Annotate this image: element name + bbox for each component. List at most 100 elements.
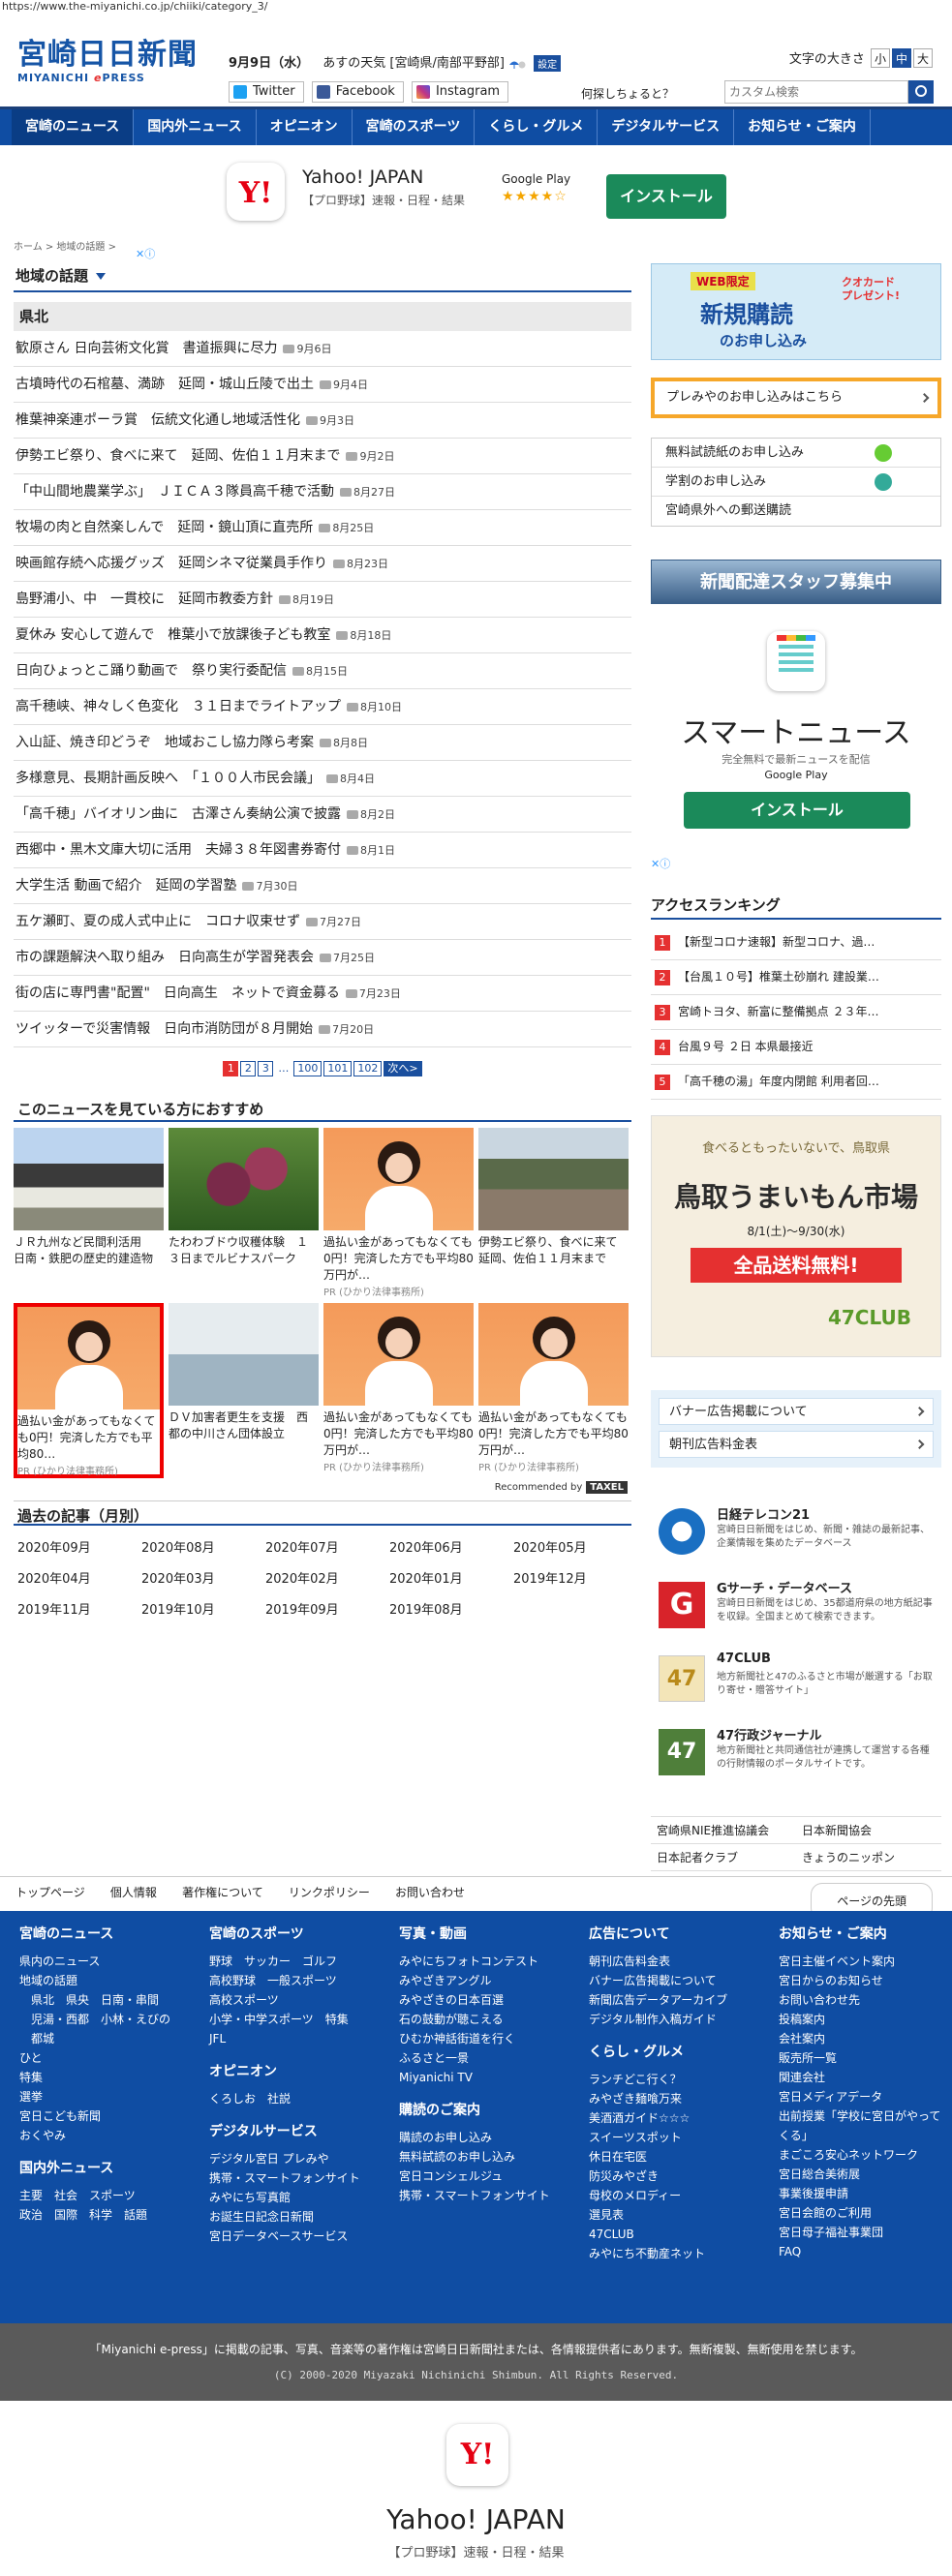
- web-subscription-banner[interactable]: WEB限定 新規購読 のお申し込み クオカード プレゼント!: [651, 263, 941, 360]
- page-100[interactable]: 100: [293, 1061, 322, 1076]
- student-discount-link[interactable]: 学割のお申し込み: [652, 468, 940, 497]
- month-link[interactable]: 2020年05月: [513, 1537, 637, 1568]
- search-icon[interactable]: [908, 80, 934, 104]
- recommend-caption[interactable]: たわわブドウ収穫体験 １３日までルビナスパーク: [169, 1234, 319, 1267]
- recommend-caption[interactable]: 過払い金があってもなくても0円！完済した方でも平均80万円が…: [478, 1409, 629, 1459]
- month-link[interactable]: 2020年08月: [141, 1537, 265, 1568]
- recommend-card[interactable]: たわわブドウ収穫体験 １３日までルビナスパーク: [169, 1128, 319, 1303]
- site-logo[interactable]: 宮崎日日新聞 MIYANICHI ePRESS: [17, 39, 201, 85]
- month-link[interactable]: 2019年10月: [141, 1599, 265, 1630]
- article-item[interactable]: 夏休み 安心して遊んで 椎葉小で放課後子ども教室 8月18日: [14, 618, 631, 653]
- smartnews-ad[interactable]: スマートニュース 完全無料で最新ニュースを配信 Google Play インスト…: [651, 631, 941, 844]
- article-item[interactable]: 市の課題解決へ取り組み 日向高生が学習発表会 7月25日: [14, 940, 631, 976]
- footer-link[interactable]: 宮日主催イベント案内: [779, 1952, 943, 1971]
- footer-link[interactable]: FAQ: [779, 2242, 943, 2261]
- footer-link[interactable]: 投稿案内: [779, 2010, 943, 2029]
- month-link[interactable]: 2019年09月: [265, 1599, 389, 1630]
- footer-link[interactable]: 政治 国際 科学 話題: [19, 2205, 203, 2225]
- article-title[interactable]: ツイッターで災害情報 日向市消防団が８月開始: [15, 1021, 313, 1037]
- footer-link[interactable]: 携帯・スマートフォンサイト: [399, 2186, 583, 2205]
- footer-link[interactable]: 石の鼓動が聴こえる: [399, 2010, 583, 2029]
- press-club-link[interactable]: 日本記者クラブ: [651, 1844, 796, 1871]
- article-item[interactable]: 椎葉神楽連ポーラ賞 伝統文化通し地域活性化 9月3日: [14, 403, 631, 439]
- month-link[interactable]: 2020年02月: [265, 1568, 389, 1599]
- article-item[interactable]: 街の店に専門書"配置" 日向高生 ネットで資金募る 7月23日: [14, 976, 631, 1012]
- taxel-logo[interactable]: TAXEL: [586, 1481, 628, 1494]
- month-link[interactable]: 2020年07月: [265, 1537, 389, 1568]
- footer-link[interactable]: ひと: [19, 2048, 203, 2068]
- month-link[interactable]: 2019年08月: [389, 1599, 513, 1630]
- search-input[interactable]: [724, 80, 908, 104]
- promo-nikkei-telecom[interactable]: 日経テレコン21 宮崎日日新聞をはじめ、新聞・雑誌の最新記事、企業情報を集めたデ…: [651, 1502, 941, 1568]
- footer-link-policy-link[interactable]: リンクポリシー: [289, 1877, 370, 1908]
- nav-opinion[interactable]: オピニオン: [257, 109, 353, 145]
- footer-link[interactable]: みやにち不動産ネット: [589, 2244, 773, 2263]
- footer-link[interactable]: 携帯・スマートフォンサイト: [209, 2168, 393, 2188]
- article-title[interactable]: 街の店に専門書"配置" 日向高生 ネットで資金募る: [15, 985, 340, 1001]
- footer-link[interactable]: お問い合わせ先: [779, 1990, 943, 2010]
- recommend-caption[interactable]: ＤＶ加害者更生を支援 西都の中川さん団体設立: [169, 1409, 319, 1442]
- nav-miyazaki-sports[interactable]: 宮崎のスポーツ: [353, 109, 476, 145]
- how-to-search-link[interactable]: 何探しちょると？: [581, 85, 674, 102]
- article-title[interactable]: 高千穂峡、神々しく色変化 ３１日までライトアップ: [15, 699, 341, 714]
- ranking-item[interactable]: 4 台風９号 ２日 本県最接近: [651, 1030, 941, 1065]
- footer-link[interactable]: Miyanichi TV: [399, 2068, 583, 2087]
- nav-notices[interactable]: お知らせ・ご案内: [734, 109, 871, 145]
- recommend-card[interactable]: 過払い金があってもなくても0円！完済した方でも平均80万円が… PR (ひかり法律…: [323, 1128, 474, 1303]
- footer-link[interactable]: 地域の話題: [19, 1971, 203, 1990]
- footer-link[interactable]: 宮日コンシェルジュ: [399, 2167, 583, 2186]
- article-item[interactable]: 映画館存続へ応援グッズ 延岡シネマ従業員手作り 8月23日: [14, 546, 631, 582]
- article-title[interactable]: 「中山間地農業学ぶ」 ＪＩＣＡ３隊員高千穂で活動: [15, 484, 334, 500]
- footer-link[interactable]: 美酒酒ガイド☆☆☆: [589, 2108, 773, 2128]
- footer-link[interactable]: 宮日会館のご利用: [779, 2203, 943, 2223]
- top-ad-banner[interactable]: Y! Yahoo! JAPAN 【プロ野球】速報・日程・結果 Google Pl…: [0, 145, 952, 261]
- ranking-title[interactable]: 「高千穂の湯」年度内閉館 利用者回…: [678, 1075, 879, 1088]
- recommend-card[interactable]: 伊勢エビ祭り、食べに来て 延岡、佐伯１１月末まで: [478, 1128, 629, 1303]
- footer-link[interactable]: まごころ安心ネットワーク: [779, 2145, 943, 2165]
- footer-link[interactable]: みやざき麺喰万来: [589, 2089, 773, 2108]
- article-item[interactable]: 伊勢エビ祭り、食べに来て 延岡、佐伯１１月末まで 9月2日: [14, 439, 631, 474]
- footer-link[interactable]: 事業後援申請: [779, 2184, 943, 2203]
- footer-heading[interactable]: くらし・グルメ: [589, 2043, 773, 2062]
- article-item[interactable]: 牧場の肉と自然楽しんで 延岡・鏡山頂に直売所 8月25日: [14, 510, 631, 546]
- footer-link[interactable]: 母校のメロディー: [589, 2186, 773, 2205]
- footer-link[interactable]: 選挙: [19, 2087, 203, 2106]
- footer-link[interactable]: 県北 県央 日南・串間: [19, 1990, 203, 2010]
- smartnews-install-button[interactable]: インストール: [684, 792, 910, 829]
- footer-heading[interactable]: 購読のご案内: [399, 2101, 583, 2120]
- footer-link[interactable]: JFL: [209, 2029, 393, 2048]
- footer-link[interactable]: みやにちフォトコンテスト: [399, 1952, 583, 1971]
- adchoices-icon[interactable]: ✕ⓘ: [651, 856, 670, 871]
- ranking-title[interactable]: 【台風１０号】椎葉土砂崩れ 建設業…: [678, 970, 879, 984]
- delivery-staff-banner[interactable]: 新聞配達スタッフ募集中: [651, 560, 941, 604]
- twitter-button[interactable]: Twitter: [229, 81, 304, 103]
- article-item[interactable]: ツイッターで災害情報 日向市消防団が８月開始 7月20日: [14, 1012, 631, 1047]
- article-item[interactable]: 多様意見、長期計画反映へ 「１００人市民会議」 8月4日: [14, 761, 631, 797]
- article-title[interactable]: 多様意見、長期計画反映へ 「１００人市民会議」: [15, 771, 321, 786]
- article-title[interactable]: 古墳時代の石棺墓、満跡 延岡・城山丘陵で出土: [15, 377, 314, 392]
- footer-link[interactable]: 新聞広告データアーカイブ: [589, 1990, 773, 2010]
- article-title[interactable]: 「高千穂」バイオリン曲に 古澤さん奏納公演で披露: [15, 806, 341, 822]
- page-1[interactable]: 1: [223, 1061, 239, 1076]
- footer-heading[interactable]: 宮崎のニュース: [19, 1924, 203, 1944]
- footer-heading[interactable]: オピニオン: [209, 2062, 393, 2081]
- footer-link[interactable]: ランチどこ行く？: [589, 2070, 773, 2089]
- footer-link[interactable]: 会社案内: [779, 2029, 943, 2048]
- ranking-item[interactable]: 1 【新型コロナ速報】新型コロナ、過…: [651, 925, 941, 960]
- ad-rate-link[interactable]: 朝刊広告料金表: [659, 1431, 934, 1458]
- footer-link[interactable]: デジタル宮日 プレみや: [209, 2149, 393, 2168]
- footer-link[interactable]: 宮日からのお知らせ: [779, 1971, 943, 1990]
- page-101[interactable]: 101: [323, 1061, 353, 1076]
- promo-47club[interactable]: 47 47CLUB 地方新聞社と47のふるさと市場が厳選する「お取り寄せ・贈答サ…: [651, 1650, 941, 1715]
- article-item[interactable]: 五ケ瀬町、夏の成人式中止に コロナ収束せず 7月27日: [14, 904, 631, 940]
- footer-link[interactable]: 高校スポーツ: [209, 1990, 393, 2010]
- footer-heading[interactable]: お知らせ・ご案内: [779, 1924, 943, 1944]
- recommend-caption[interactable]: ＪＲ九州など民間利活用 日南・鉄肥の歴史的建造物: [14, 1234, 164, 1267]
- footer-copyright-link[interactable]: 著作権について: [182, 1877, 263, 1908]
- recommend-caption[interactable]: 過払い金があってもなくても0円！完済した方でも平均80万円が…: [323, 1409, 474, 1459]
- month-link[interactable]: 2019年11月: [17, 1599, 141, 1630]
- article-item[interactable]: 「高千穂」バイオリン曲に 古澤さん奏納公演で披露 8月2日: [14, 797, 631, 833]
- facebook-button[interactable]: Facebook: [311, 81, 404, 103]
- weather-label[interactable]: あすの天気 [宮崎県/南部平野部]: [322, 56, 505, 71]
- month-link[interactable]: 2020年09月: [17, 1537, 141, 1568]
